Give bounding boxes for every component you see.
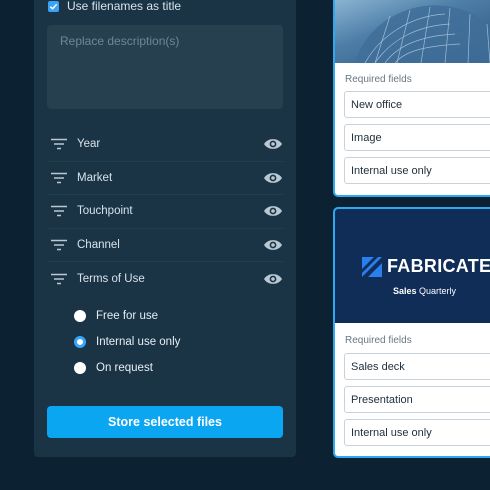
radio-option-internal-use-only[interactable]: Internal use only — [74, 329, 180, 355]
use-filenames-checkbox[interactable] — [48, 0, 59, 12]
fabricate-logo-icon — [362, 256, 382, 277]
filter-list: Year Market Touchpoint Channel Terms of … — [47, 128, 283, 296]
radio-label: On request — [96, 362, 153, 374]
radio-button[interactable] — [74, 310, 86, 322]
title-field[interactable]: New office — [344, 91, 490, 118]
type-field[interactable]: Image — [344, 124, 490, 151]
file-card[interactable]: FABRICATE Sales Quarterly K Required fie… — [333, 207, 490, 458]
eye-icon[interactable] — [263, 137, 283, 151]
store-selected-files-button[interactable]: Store selected files — [47, 406, 283, 438]
usage-field[interactable]: Internal use only — [344, 419, 490, 446]
check-icon — [49, 3, 58, 10]
logo-text: FABRICATE — [387, 256, 490, 276]
radio-button[interactable] — [74, 362, 86, 374]
description-input[interactable] — [47, 25, 283, 109]
building-image — [355, 5, 490, 63]
eye-icon[interactable] — [263, 238, 283, 252]
subtitle-bold: Sales — [393, 286, 417, 296]
use-filenames-option[interactable]: Use filenames as title — [48, 0, 181, 13]
title-field[interactable]: Sales deck — [344, 353, 490, 380]
required-fields-label: Required fields — [345, 74, 412, 85]
radio-option-free-for-use[interactable]: Free for use — [74, 303, 180, 329]
terms-of-use-options: Free for use Internal use only On reques… — [74, 303, 180, 381]
filter-label: Year — [77, 138, 101, 151]
required-fields-label: Required fields — [345, 335, 412, 346]
fabricate-logo: FABRICATE — [362, 256, 490, 277]
upload-settings-panel: Use filenames as title Year Market Touch… — [34, 0, 296, 457]
filter-label: Touchpoint — [77, 205, 133, 218]
subtitle-rest: Quarterly — [416, 286, 457, 296]
filter-label: Market — [77, 171, 113, 184]
filter-icon — [51, 138, 67, 150]
filter-row-channel[interactable]: Channel — [47, 229, 283, 262]
card-thumbnail: J — [335, 0, 490, 63]
file-card[interactable]: J Required fields New office Image Inter… — [333, 0, 490, 197]
radio-label: Free for use — [96, 310, 158, 322]
eye-icon[interactable] — [263, 272, 283, 286]
radio-button-selected[interactable] — [74, 336, 86, 348]
filter-label: Terms of Use — [77, 272, 145, 285]
usage-field[interactable]: Internal use only — [344, 157, 490, 184]
filter-icon — [51, 239, 67, 251]
card-thumbnail: FABRICATE Sales Quarterly K — [335, 209, 490, 323]
radio-option-on-request[interactable]: On request — [74, 355, 180, 381]
filter-row-terms-of-use[interactable]: Terms of Use — [47, 262, 283, 296]
filter-icon — [51, 273, 67, 285]
filter-row-market[interactable]: Market — [47, 162, 283, 195]
type-field[interactable]: Presentation — [344, 386, 490, 413]
eye-icon[interactable] — [263, 204, 283, 218]
filter-row-year[interactable]: Year — [47, 128, 283, 162]
thumbnail-subtitle: Sales Quarterly — [393, 286, 456, 296]
filter-label: Channel — [77, 238, 120, 251]
filter-icon — [51, 172, 67, 184]
filter-icon — [51, 205, 67, 217]
filter-row-touchpoint[interactable]: Touchpoint — [47, 195, 283, 229]
radio-label: Internal use only — [96, 336, 181, 348]
eye-icon[interactable] — [263, 171, 283, 185]
use-filenames-label: Use filenames as title — [67, 0, 182, 13]
